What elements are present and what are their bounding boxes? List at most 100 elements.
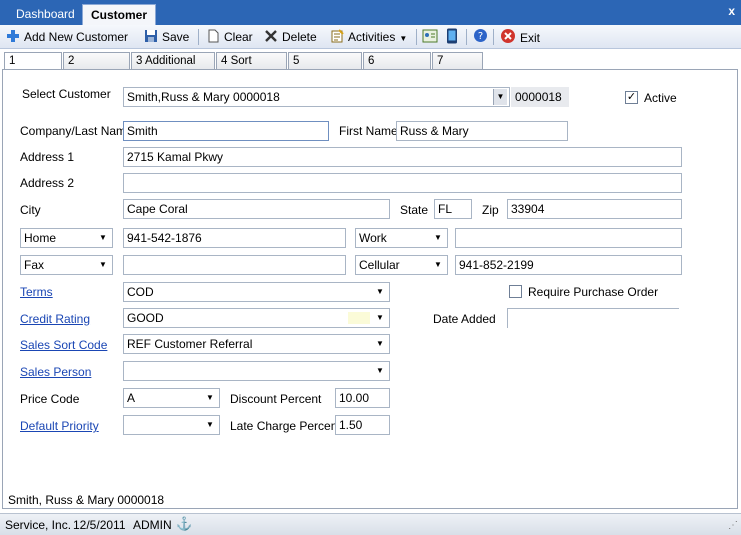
address2-label: Address 2 bbox=[20, 176, 75, 190]
resize-grip-icon[interactable]: ⋰ bbox=[728, 520, 738, 531]
toolbar: Add New Customer Save Clear Delete Activ… bbox=[0, 25, 741, 49]
svg-text:?: ? bbox=[478, 31, 483, 42]
phone4-type-select[interactable]: Cellular ▼ bbox=[355, 255, 448, 275]
chevron-down-icon: ▼ bbox=[99, 260, 107, 269]
contact-card-button[interactable] bbox=[422, 28, 438, 46]
phone4-input[interactable]: 941-852-2199 bbox=[455, 255, 682, 275]
credit-rating-link[interactable]: Credit Rating bbox=[20, 312, 90, 326]
select-customer-dropdown[interactable]: Smith,Russ & Mary 0000018 ▼ bbox=[123, 87, 510, 107]
active-checkbox[interactable]: ✓ bbox=[625, 91, 638, 104]
chevron-down-icon: ▼ bbox=[399, 34, 408, 43]
phone2-type-value: Work bbox=[359, 231, 387, 245]
tab-history[interactable]: 7 History bbox=[432, 52, 483, 83]
window-tab-bar: Dashboard Customer x bbox=[0, 0, 741, 25]
discount-percent-input[interactable]: 10.00 bbox=[335, 388, 390, 408]
chevron-down-icon: ▼ bbox=[206, 393, 214, 402]
address1-input[interactable]: 2715 Kamal Pkwy bbox=[123, 147, 682, 167]
sales-sort-code-value: REF Customer Referral bbox=[127, 337, 253, 351]
sales-sort-code-select[interactable]: REF Customer Referral ▼ bbox=[123, 334, 390, 354]
address2-input[interactable] bbox=[123, 173, 682, 193]
date-added-label: Date Added bbox=[433, 312, 496, 326]
state-input[interactable]: FL bbox=[434, 199, 472, 219]
clear-button[interactable]: Clear bbox=[206, 28, 253, 46]
status-company: Service, Inc. bbox=[5, 518, 72, 532]
chevron-down-icon: ▼ bbox=[206, 420, 214, 429]
phone4-type-value: Cellular bbox=[359, 258, 400, 272]
toolbar-separator bbox=[466, 29, 467, 45]
tab-dashboard[interactable]: Dashboard bbox=[8, 4, 83, 25]
terms-value: COD bbox=[127, 285, 154, 299]
state-label: State bbox=[400, 203, 429, 217]
exit-button[interactable]: Exit bbox=[500, 28, 540, 46]
default-priority-select[interactable]: ▼ bbox=[123, 415, 220, 435]
late-charge-input[interactable]: 1.50 bbox=[335, 415, 390, 435]
credit-color-swatch bbox=[348, 312, 370, 324]
sales-sort-code-link[interactable]: Sales Sort Code bbox=[20, 338, 107, 352]
phone3-type-select[interactable]: Fax ▼ bbox=[20, 255, 113, 275]
current-customer-caption: Smith, Russ & Mary 0000018 bbox=[8, 493, 165, 507]
toolbar-separator bbox=[198, 29, 199, 45]
chevron-down-icon: ▼ bbox=[376, 339, 384, 348]
tab-locations[interactable]: 2 Locations bbox=[63, 52, 130, 83]
price-code-label: Price Code bbox=[20, 392, 80, 406]
plus-icon bbox=[7, 30, 19, 42]
delete-label: Delete bbox=[282, 30, 317, 44]
terms-select[interactable]: COD ▼ bbox=[123, 282, 390, 302]
address1-label: Address 1 bbox=[20, 150, 75, 164]
select-customer-label: Select Customer bbox=[22, 87, 111, 101]
credit-rating-select[interactable]: GOOD ▼ bbox=[123, 308, 390, 328]
delete-button[interactable]: Delete bbox=[264, 28, 317, 46]
chevron-down-icon[interactable]: ▼ bbox=[493, 89, 507, 105]
anchor-icon: ⚓ bbox=[176, 516, 193, 531]
city-input[interactable]: Cape Coral bbox=[123, 199, 390, 219]
mobile-device-button[interactable] bbox=[446, 28, 458, 46]
terms-link[interactable]: Terms bbox=[20, 285, 53, 299]
first-name-input[interactable]: Russ & Mary bbox=[396, 121, 568, 141]
company-last-name-input[interactable]: Smith bbox=[123, 121, 329, 141]
close-icon[interactable]: x bbox=[728, 4, 735, 18]
require-po-checkbox[interactable] bbox=[509, 285, 522, 298]
activities-dropdown-button[interactable]: Activities ▼ bbox=[330, 28, 407, 46]
mobile-phone-icon bbox=[447, 28, 457, 44]
phone1-type-select[interactable]: Home ▼ bbox=[20, 228, 113, 248]
price-code-value: A bbox=[127, 391, 136, 405]
phone2-type-select[interactable]: Work ▼ bbox=[355, 228, 448, 248]
phone1-input[interactable]: 941-542-1876 bbox=[123, 228, 346, 248]
help-button[interactable]: ? bbox=[473, 28, 488, 46]
exit-icon bbox=[501, 29, 515, 43]
tab-customer[interactable]: Customer bbox=[82, 4, 157, 25]
phone2-input[interactable] bbox=[455, 228, 682, 248]
blank-page-icon bbox=[208, 29, 219, 43]
zip-input[interactable]: 33904 bbox=[507, 199, 682, 219]
date-added-field bbox=[507, 308, 679, 328]
status-date: 12/5/2011 bbox=[73, 518, 126, 532]
tab-documents[interactable]: 5 Documents bbox=[288, 52, 362, 83]
sales-person-link[interactable]: Sales Person bbox=[20, 365, 91, 379]
tab-equipment[interactable]: 6 Equipment bbox=[363, 52, 431, 83]
select-customer-value: Smith,Russ & Mary 0000018 bbox=[127, 90, 280, 104]
chevron-down-icon: ▼ bbox=[434, 260, 442, 269]
tab-additional-info[interactable]: 3 Additional info bbox=[131, 52, 215, 83]
first-name-label: First Name bbox=[339, 124, 398, 138]
default-priority-link[interactable]: Default Priority bbox=[20, 419, 99, 433]
save-button[interactable]: Save bbox=[144, 28, 189, 46]
add-new-customer-label: Add New Customer bbox=[24, 30, 129, 44]
save-label: Save bbox=[162, 30, 190, 44]
checkmark-icon: ✓ bbox=[626, 91, 637, 103]
add-new-customer-button[interactable]: Add New Customer bbox=[6, 28, 128, 46]
chevron-down-icon: ▼ bbox=[434, 233, 442, 242]
customer-id-field: 0000018 bbox=[511, 87, 569, 107]
phone3-type-value: Fax bbox=[24, 258, 45, 272]
active-label: Active bbox=[644, 91, 677, 105]
require-po-label: Require Purchase Order bbox=[528, 285, 659, 299]
city-label: City bbox=[20, 203, 41, 217]
chevron-down-icon: ▼ bbox=[376, 287, 384, 296]
floppy-disk-icon bbox=[145, 30, 157, 42]
phone3-input[interactable] bbox=[123, 255, 346, 275]
sales-person-select[interactable]: ▼ bbox=[123, 361, 390, 381]
tab-sort-codes[interactable]: 4 Sort codes bbox=[216, 52, 287, 83]
chevron-down-icon: ▼ bbox=[376, 366, 384, 375]
activities-label: Activities bbox=[348, 30, 396, 44]
zip-label: Zip bbox=[482, 203, 499, 217]
price-code-select[interactable]: A ▼ bbox=[123, 388, 220, 408]
